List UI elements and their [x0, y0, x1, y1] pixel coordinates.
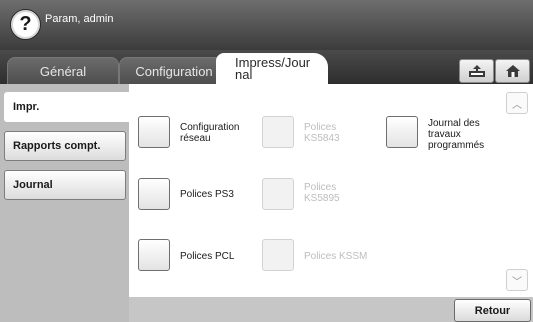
ks5843-fonts-label: Polices KS5843 [304, 122, 340, 144]
scroll-down-button[interactable]: ﹀ [506, 269, 528, 291]
pcl-fonts-button[interactable] [138, 239, 170, 271]
home-button[interactable] [495, 59, 530, 83]
ks5895-fonts-label-2: KS5895 [304, 193, 340, 204]
network-config-label-2: réseau [180, 133, 211, 144]
sidebar-item-rapports-compt[interactable]: Rapports compt. [4, 131, 126, 161]
scheduled-jobs-log-label-1: Journal des [428, 118, 480, 129]
user-label: Param, admin [45, 13, 114, 25]
scheduled-jobs-log-label-2: travaux [428, 129, 461, 140]
kssm-fonts-button[interactable] [262, 239, 294, 271]
printer-panel-screen: ? Param, admin Général Configuration Imp… [0, 0, 533, 322]
options-panel: Configuration réseau Polices PS3 Polices… [129, 84, 533, 297]
sidebar: Impr. Rapports compt. Journal [0, 84, 130, 322]
ks5843-fonts-button[interactable] [262, 116, 294, 148]
scroll-up-button[interactable]: ︿ [506, 92, 528, 114]
network-config-label-1: Configuration [180, 122, 240, 133]
ks5843-fonts-label-1: Polices [304, 122, 337, 133]
ks5895-fonts-button[interactable] [262, 178, 294, 210]
network-config-label: Configuration réseau [180, 122, 239, 144]
back-button[interactable]: Retour [454, 299, 531, 322]
tab-label-line-2: nal [235, 67, 253, 82]
ps3-fonts-button[interactable] [138, 178, 170, 210]
home-icon [505, 65, 520, 77]
ks5843-fonts-label-2: KS5843 [304, 133, 340, 144]
tray-icon [468, 65, 485, 77]
header-bar: ? Param, admin [0, 0, 533, 50]
tab-impress-journal[interactable]: Impress/Jour nal [216, 53, 328, 84]
chevron-down-icon: ﹀ [512, 276, 522, 288]
ks5895-fonts-label: Polices KS5895 [304, 182, 340, 204]
scheduled-jobs-log-label-3: programmés [428, 140, 485, 151]
sidebar-item-journal[interactable]: Journal [4, 170, 126, 200]
pcl-fonts-label: Polices PCL [180, 251, 235, 262]
kssm-fonts-label: Polices KSSM [304, 251, 368, 262]
tray-button[interactable] [459, 59, 494, 83]
tab-configuration[interactable]: Configuration [119, 57, 229, 85]
ps3-fonts-label: Polices PS3 [180, 189, 234, 200]
tab-bar: Général Configuration Impress/Jour nal [0, 50, 533, 85]
network-config-button[interactable] [138, 116, 170, 148]
sidebar-item-impr[interactable]: Impr. [4, 92, 130, 122]
chevron-up-icon: ︿ [512, 99, 522, 111]
scheduled-jobs-log-label: Journal des travaux programmés [428, 118, 484, 151]
tab-general[interactable]: Général [7, 57, 119, 85]
ks5895-fonts-label-1: Polices [304, 182, 337, 193]
help-button[interactable]: ? [10, 9, 41, 40]
scheduled-jobs-log-button[interactable] [386, 116, 418, 148]
bottom-bar: Retour [129, 297, 533, 322]
